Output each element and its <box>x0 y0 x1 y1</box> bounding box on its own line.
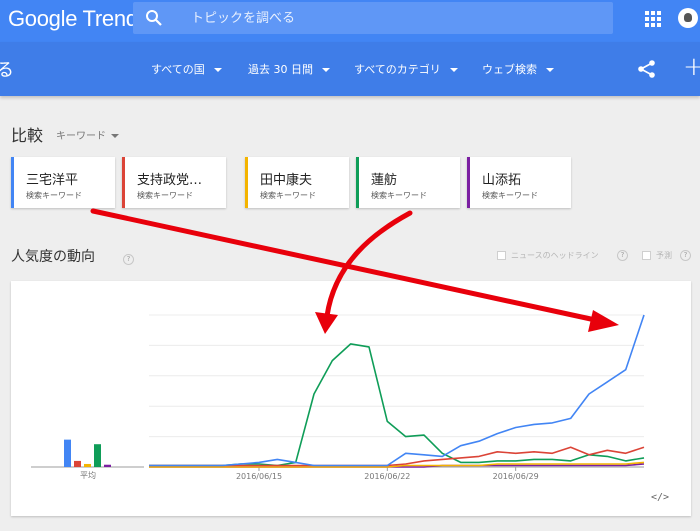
term-card-3[interactable]: 田中康夫 検索キーワード <box>245 157 349 208</box>
x-tick-label: 2016/06/22 <box>364 472 410 481</box>
interest-section-title: 人気度の動向 <box>11 249 95 265</box>
x-tick-label: 2016/06/29 <box>493 472 539 481</box>
search-type-label: ウェブ検索 <box>482 63 537 76</box>
filter-bar: る すべての国 過去 30 日間 すべてのカテゴリ ウェブ検索 + <box>0 42 700 96</box>
average-bar-1 <box>64 439 71 467</box>
term-label: 三宅洋平 <box>26 173 79 188</box>
term-type: 検索キーワード <box>482 191 538 200</box>
search-type-dropdown[interactable]: ウェブ検索 <box>482 61 554 77</box>
title-fragment: る <box>0 60 14 81</box>
term-label: 支持政党… <box>137 173 203 188</box>
checkbox-icon[interactable] <box>497 251 506 260</box>
help-icon[interactable]: ? <box>680 250 691 261</box>
embed-code-button[interactable]: </> <box>651 492 669 503</box>
avatar[interactable] <box>678 8 698 28</box>
term-type: 検索キーワード <box>371 191 427 200</box>
category-label: すべてのカテゴリ <box>354 63 441 76</box>
term-card-2[interactable]: 支持政党… 検索キーワード <box>122 157 226 208</box>
average-bar-4 <box>94 444 101 467</box>
search-icon <box>146 10 162 26</box>
add-icon[interactable]: + <box>683 52 700 82</box>
average-label: 平均 <box>80 470 96 480</box>
caret-down-icon <box>449 68 458 72</box>
share-icon[interactable] <box>637 59 657 79</box>
keyword-type-dropdown[interactable]: キーワード <box>56 127 119 142</box>
region-dropdown[interactable]: すべての国 <box>151 61 222 77</box>
help-icon[interactable]: ? <box>617 250 628 261</box>
period-dropdown[interactable]: 過去 30 日間 <box>248 61 330 77</box>
top-app-bar: Google Trends <box>0 0 700 42</box>
term-type: 検索キーワード <box>260 191 316 200</box>
search-input[interactable] <box>191 7 591 29</box>
interest-chart-card: 平均 2016/06/15 2016/06/22 2016/06/29 <box>11 281 691 516</box>
average-bar-5 <box>104 464 111 467</box>
help-icon[interactable]: ? <box>123 254 134 265</box>
compare-title: 比較 <box>11 126 44 145</box>
forecast-label: 予測 <box>656 251 672 260</box>
category-dropdown[interactable]: すべてのカテゴリ <box>354 61 458 77</box>
caret-down-icon <box>546 68 554 72</box>
search-box[interactable] <box>133 2 613 34</box>
apps-grid-icon[interactable] <box>645 11 661 27</box>
term-label: 山添拓 <box>482 173 522 188</box>
average-bar-3 <box>84 463 91 467</box>
keyword-type-label: キーワード <box>56 131 106 142</box>
term-card-4[interactable]: 蓮舫 検索キーワード <box>356 157 460 208</box>
google-trends-logo[interactable]: Google Trends <box>8 6 149 32</box>
term-label: 蓮舫 <box>371 173 398 188</box>
period-label: 過去 30 日間 <box>248 63 313 76</box>
region-label: すべての国 <box>151 63 205 76</box>
series-line-2 <box>149 446 645 467</box>
caret-down-icon <box>322 68 330 72</box>
checkbox-icon[interactable] <box>642 251 651 260</box>
term-card-1[interactable]: 三宅洋平 検索キーワード <box>11 157 115 208</box>
interest-chart[interactable]: 平均 2016/06/15 2016/06/22 2016/06/29 <box>11 281 691 516</box>
x-tick-label: 2016/06/15 <box>236 472 282 481</box>
news-headlines-label: ニュースのヘッドライン <box>511 251 599 260</box>
caret-down-icon <box>213 68 222 72</box>
caret-down-icon <box>111 134 119 138</box>
series-line-1 <box>149 314 645 467</box>
term-card-5[interactable]: 山添拓 検索キーワード <box>467 157 571 208</box>
term-label: 田中康夫 <box>260 173 313 188</box>
term-type: 検索キーワード <box>26 191 82 200</box>
news-headlines-toggle[interactable]: ニュースのヘッドライン <box>497 250 599 261</box>
average-bar-2 <box>74 460 81 467</box>
term-type: 検索キーワード <box>137 191 193 200</box>
forecast-toggle[interactable]: 予測 <box>642 250 672 261</box>
